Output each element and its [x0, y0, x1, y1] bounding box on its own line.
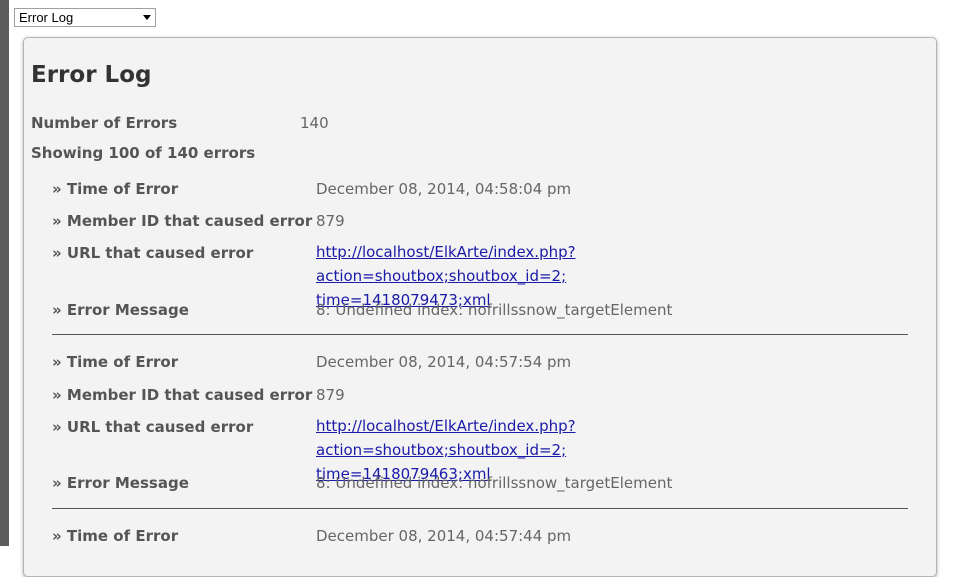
error-log-panel: Error Log Number of Errors 140 Showing 1…: [23, 37, 937, 577]
entry-divider: [52, 508, 908, 509]
error-count-label: Number of Errors: [31, 114, 178, 132]
page-select[interactable]: Error Log: [14, 8, 156, 27]
message-label: » Error Message: [52, 301, 189, 319]
time-label: » Time of Error: [52, 180, 179, 198]
url-label: » URL that caused error: [52, 418, 254, 436]
time-value: December 08, 2014, 04:57:54 pm: [316, 353, 572, 371]
message-value: 8: Undefined index: nofrillssnow_targetE…: [316, 301, 673, 319]
member-label: » Member ID that caused error: [52, 212, 313, 230]
message-value: 8: Undefined index: nofrillssnow_targetE…: [316, 474, 673, 492]
member-value: 879: [316, 386, 345, 404]
page-select-value: Error Log: [19, 10, 74, 25]
page-title: Error Log: [31, 62, 152, 88]
member-label: » Member ID that caused error: [52, 386, 313, 404]
time-value: December 08, 2014, 04:58:04 pm: [316, 180, 572, 198]
time-label: » Time of Error: [52, 353, 179, 371]
url-label: » URL that caused error: [52, 244, 254, 262]
showing-summary: Showing 100 of 140 errors: [31, 144, 256, 162]
message-label: » Error Message: [52, 474, 189, 492]
url-link-line1[interactable]: http://localhost/ElkArte/index.php?actio…: [316, 414, 816, 462]
member-value: 879: [316, 212, 345, 230]
time-value: December 08, 2014, 04:57:44 pm: [316, 527, 572, 545]
error-count-value: 140: [300, 114, 329, 132]
left-edge-bar: [0, 0, 9, 546]
chevron-down-icon[interactable]: [143, 15, 151, 20]
url-link-line1[interactable]: http://localhost/ElkArte/index.php?actio…: [316, 240, 816, 288]
time-label: » Time of Error: [52, 527, 179, 545]
entry-divider: [52, 334, 908, 335]
